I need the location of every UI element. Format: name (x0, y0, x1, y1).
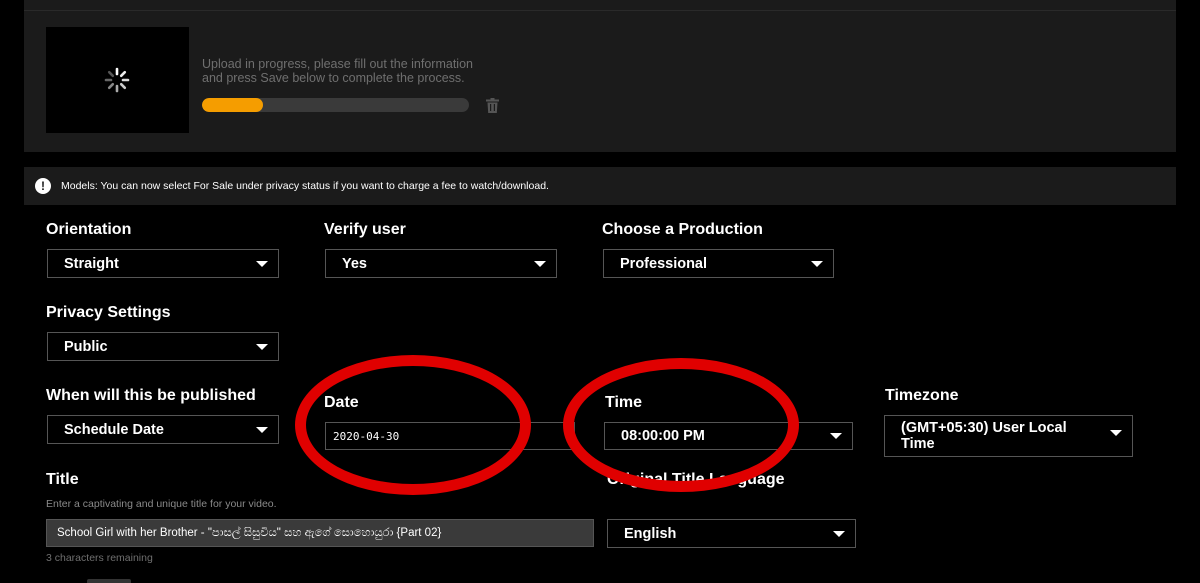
publish-select[interactable]: Schedule Date (47, 415, 279, 444)
caret-down-icon (256, 343, 268, 350)
orientation-select[interactable]: Straight (47, 249, 279, 278)
timezone-select[interactable]: (GMT+05:30) User Local Time (884, 415, 1133, 457)
bottom-control-stub[interactable] (87, 579, 131, 583)
verify-user-select[interactable]: Yes (325, 249, 557, 278)
title-label: Title (46, 471, 79, 488)
time-annotation-circle (563, 358, 799, 492)
production-label: Choose a Production (602, 221, 763, 238)
date-annotation-circle (295, 355, 531, 495)
caret-down-icon (1110, 430, 1122, 436)
title-language-select[interactable]: English (607, 519, 856, 548)
title-language-value: English (624, 525, 677, 542)
privacy-label: Privacy Settings (46, 304, 171, 321)
production-select[interactable]: Professional (603, 249, 834, 278)
title-input[interactable]: School Girl with her Brother - "පාසල් සි… (46, 519, 594, 547)
privacy-value: Public (64, 338, 108, 355)
title-characters-remaining: 3 characters remaining (46, 552, 153, 564)
caret-down-icon (833, 530, 845, 537)
title-value: School Girl with her Brother - "පාසල් සි… (57, 526, 442, 539)
production-value: Professional (620, 255, 708, 272)
caret-down-icon (534, 260, 546, 267)
loading-spinner-icon (104, 67, 130, 93)
notice-text: Models: You can now select For Sale unde… (61, 180, 549, 192)
trash-icon[interactable] (486, 98, 499, 113)
orientation-label: Orientation (46, 221, 132, 238)
upload-status-message: Upload in progress, please fill out the … (202, 57, 502, 85)
alert-icon: ! (35, 178, 51, 194)
divider (24, 10, 1176, 11)
upload-progress-fill (202, 98, 264, 112)
title-hint: Enter a captivating and unique title for… (46, 498, 277, 510)
publish-label: When will this be published (46, 387, 256, 404)
timezone-value-line2: Time (901, 436, 935, 452)
caret-down-icon (256, 260, 268, 267)
upload-message-line2: and press Save below to complete the pro… (202, 71, 465, 85)
verify-user-label: Verify user (324, 221, 406, 238)
timezone-value-line1: (GMT+05:30) User Local (901, 420, 1067, 436)
upload-panel (24, 0, 1176, 152)
caret-down-icon (811, 260, 823, 267)
publish-value: Schedule Date (64, 421, 164, 438)
privacy-select[interactable]: Public (47, 332, 279, 361)
caret-down-icon (830, 433, 842, 439)
caret-down-icon (256, 426, 268, 433)
verify-user-value: Yes (342, 255, 367, 272)
timezone-label: Timezone (885, 387, 959, 404)
orientation-value: Straight (64, 255, 119, 272)
upload-progress-bar (202, 98, 469, 112)
upload-message-line1: Upload in progress, please fill out the … (202, 57, 473, 71)
